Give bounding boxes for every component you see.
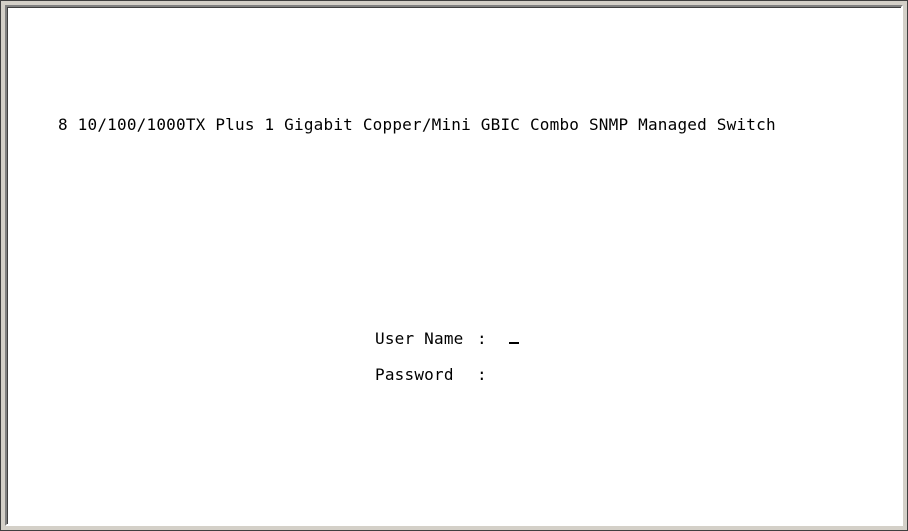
password-row: Password:	[316, 348, 505, 402]
device-title: 8 10/100/1000TX Plus 1 Gigabit Copper/Mi…	[58, 115, 776, 134]
username-label: User Name	[375, 329, 464, 348]
text-cursor	[509, 342, 519, 344]
username-separator: :	[477, 329, 487, 348]
terminal-window: 8 10/100/1000TX Plus 1 Gigabit Copper/Mi…	[0, 0, 908, 531]
password-label: Password	[375, 365, 454, 384]
password-separator: :	[477, 365, 487, 384]
terminal-screen[interactable]: 8 10/100/1000TX Plus 1 Gigabit Copper/Mi…	[7, 7, 901, 524]
